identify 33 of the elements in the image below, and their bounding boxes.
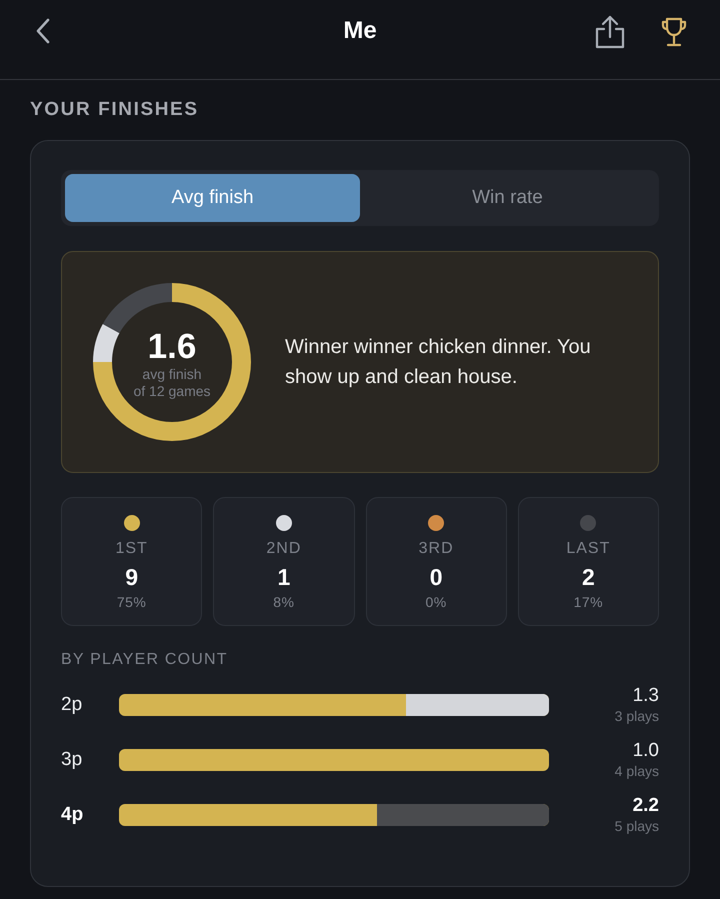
- trophy-icon[interactable]: [661, 17, 687, 47]
- page-title: Me: [342, 17, 378, 45]
- plays-count: 4 plays: [614, 762, 659, 780]
- placement-share: 0%: [426, 593, 447, 611]
- average-value: 2.2: [632, 795, 659, 817]
- placement-count: 9: [125, 564, 138, 590]
- plays-count: 3 plays: [614, 707, 659, 725]
- placement-share: 8%: [273, 593, 294, 611]
- share-icon[interactable]: [594, 15, 626, 49]
- donut-caption: avg finish: [142, 366, 202, 383]
- placement-count: 0: [430, 564, 443, 590]
- summary-text: Winner winner chicken dinner. You show up and clean house.: [285, 335, 592, 390]
- back-icon[interactable]: [35, 18, 51, 44]
- placement-share: 75%: [116, 593, 146, 611]
- placement-label: 1ST: [115, 540, 148, 558]
- placement-count: 2: [582, 564, 595, 590]
- placement-label: LAST: [566, 540, 610, 558]
- placement-share: 17%: [574, 593, 604, 611]
- tab[interactable]: Win rate: [360, 174, 655, 222]
- subsection-heading: BY PLAYER COUNT: [61, 651, 228, 669]
- average-value: 1.6: [148, 328, 196, 366]
- average-value: 1.3: [632, 685, 659, 707]
- average-value: 1.0: [632, 740, 659, 762]
- section-heading: YOUR FINISHES: [30, 98, 199, 122]
- tab[interactable]: Avg finish: [65, 174, 360, 222]
- donut-caption: of 12 games: [133, 383, 211, 400]
- placement-count: 1: [277, 564, 290, 590]
- player-count-label: 2p: [61, 694, 84, 716]
- player-count-label: 3p: [61, 749, 84, 771]
- plays-count: 5 plays: [614, 817, 659, 835]
- player-count-label: 4p: [61, 804, 84, 826]
- placement-label: 3RD: [418, 540, 454, 558]
- placement-label: 2ND: [266, 540, 302, 558]
